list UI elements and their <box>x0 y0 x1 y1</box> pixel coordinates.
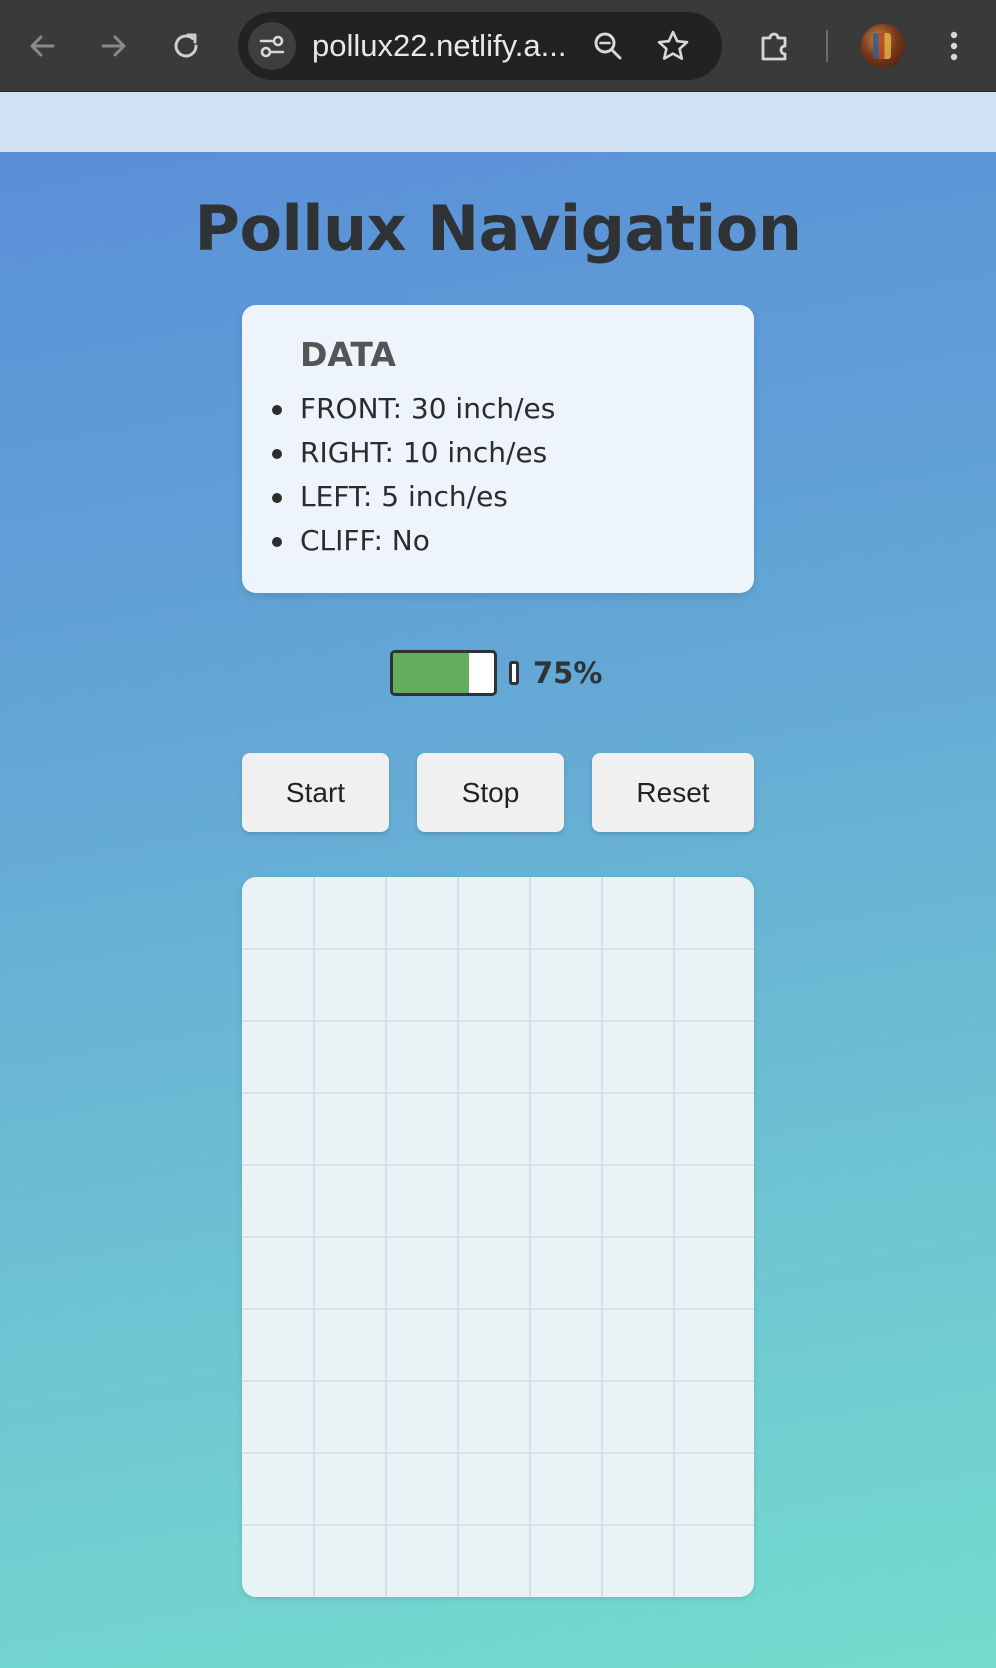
bookmark-button[interactable] <box>653 26 693 66</box>
url-text[interactable]: pollux22.netlify.a... <box>312 12 568 80</box>
data-panel: DATA FRONT: 30 inch/es RIGHT: 10 inch/es… <box>242 305 754 593</box>
grid-canvas <box>242 877 754 1597</box>
toolbar-divider <box>826 30 828 62</box>
battery-icon <box>390 650 497 696</box>
data-list: FRONT: 30 inch/es RIGHT: 10 inch/es LEFT… <box>271 387 555 563</box>
site-info-button[interactable] <box>248 22 296 70</box>
site-info-icon <box>259 35 285 58</box>
back-button[interactable] <box>18 22 66 70</box>
back-icon <box>30 35 55 57</box>
battery-tip <box>509 661 519 685</box>
battery-indicator: 75% <box>390 650 602 696</box>
data-item-front: FRONT: 30 inch/es <box>271 387 555 431</box>
forward-button[interactable] <box>90 22 138 70</box>
stop-button[interactable]: Stop <box>417 753 564 832</box>
more-menu-button[interactable] <box>930 22 978 70</box>
reload-icon <box>174 33 198 58</box>
profile-avatar[interactable] <box>861 24 905 68</box>
browser-toolbar: pollux22.netlify.a... <box>0 0 996 92</box>
page-content: Pollux Navigation DATA FRONT: 30 inch/es… <box>0 152 996 1668</box>
extensions-icon <box>761 32 787 61</box>
battery-fill <box>393 653 469 693</box>
start-button[interactable]: Start <box>242 753 389 832</box>
navigation-grid-map[interactable] <box>242 877 754 1597</box>
info-strip <box>0 92 996 152</box>
extensions-button[interactable] <box>751 22 799 70</box>
reload-button[interactable] <box>162 22 210 70</box>
data-item-left: LEFT: 5 inch/es <box>271 475 555 519</box>
address-bar[interactable]: pollux22.netlify.a... <box>238 12 722 80</box>
forward-icon <box>101 35 126 57</box>
data-heading: DATA <box>300 335 396 374</box>
zoom-out-icon <box>594 32 622 60</box>
bookmark-star-icon <box>657 30 689 60</box>
reset-button[interactable]: Reset <box>592 753 754 832</box>
data-item-right: RIGHT: 10 inch/es <box>271 431 555 475</box>
battery-percentage: 75% <box>533 656 603 690</box>
zoom-button[interactable] <box>588 26 628 66</box>
more-menu-icon <box>950 31 958 61</box>
data-item-cliff: CLIFF: No <box>271 519 555 563</box>
page-title: Pollux Navigation <box>194 192 803 265</box>
